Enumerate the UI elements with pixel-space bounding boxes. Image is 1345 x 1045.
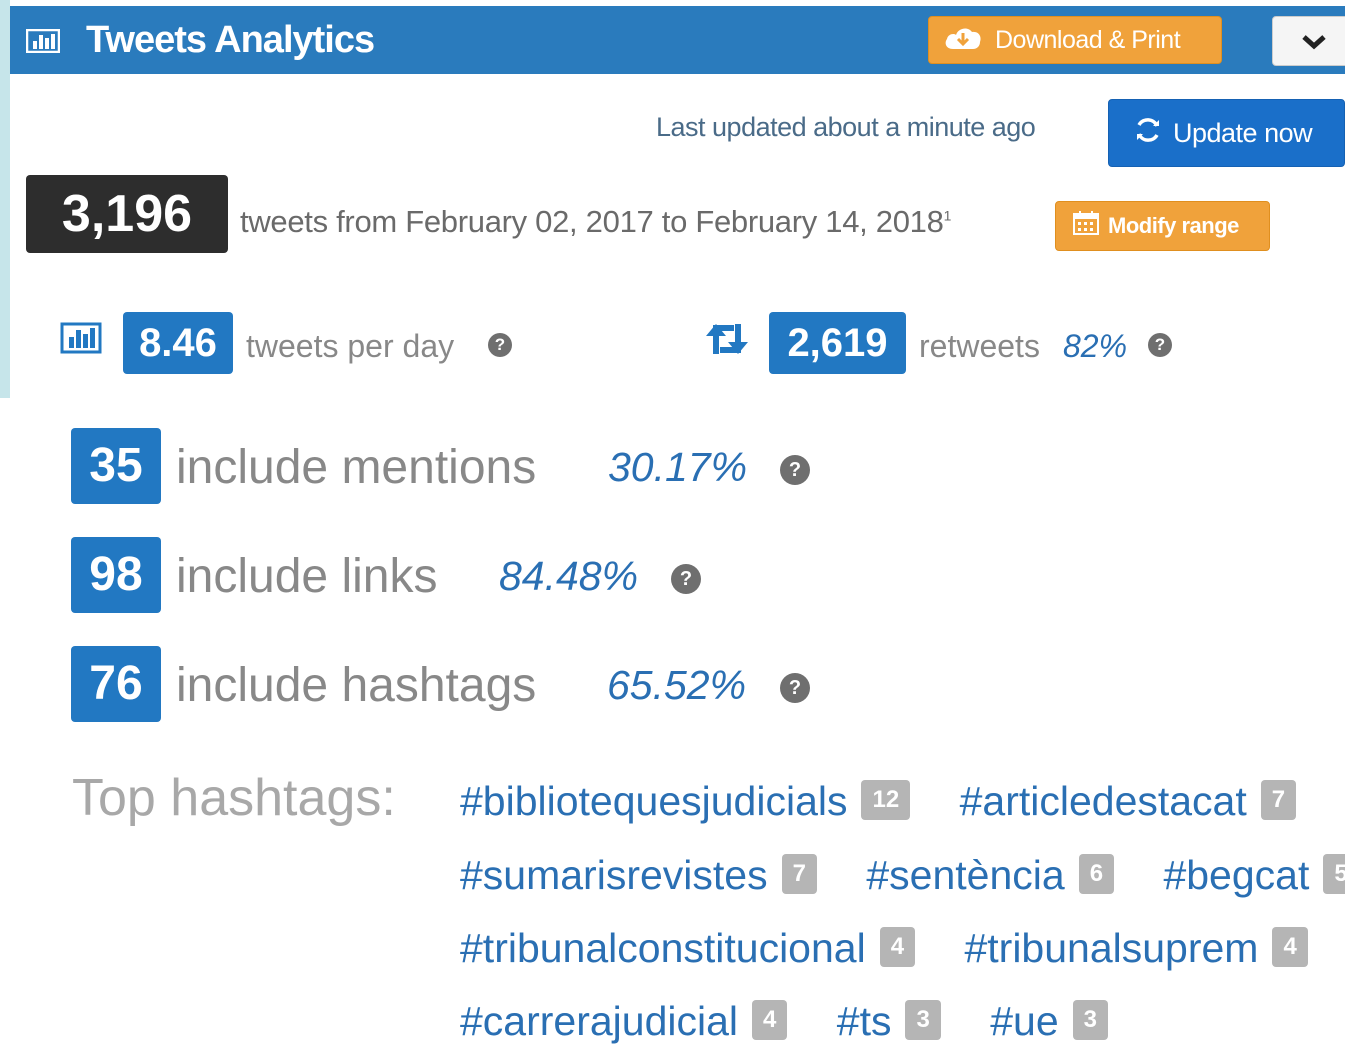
links-label: include links bbox=[176, 550, 438, 603]
tweets-per-day-label: tweets per day bbox=[246, 328, 455, 364]
hashtags-badge: 76 bbox=[71, 646, 161, 722]
options-dropdown-button[interactable] bbox=[1272, 16, 1345, 66]
hashtags-label: include hashtags bbox=[176, 659, 537, 712]
hashtag-link[interactable]: #articledestacat 7 bbox=[960, 778, 1297, 825]
hashtag-link[interactable]: #tribunalconstitucional 4 bbox=[460, 925, 916, 972]
hashtag-line: #sumarisrevistes 7 #sentència 6 #begcat 5 bbox=[460, 852, 1345, 899]
range-footnote: 1 bbox=[943, 207, 952, 224]
left-accent-strip bbox=[0, 0, 10, 398]
mentions-badge: 35 bbox=[71, 428, 161, 504]
hashtag-line: #tribunalconstitucional 4 #tribunalsuprem… bbox=[460, 925, 1345, 972]
hashtag-count: 7 bbox=[781, 854, 817, 895]
date-range-text: tweets from February 02, 2017 to Februar… bbox=[240, 204, 952, 239]
hashtag-count: 4 bbox=[879, 927, 916, 968]
header-bar: Tweets Analytics Download & Print bbox=[10, 6, 1345, 74]
links-badge: 98 bbox=[71, 537, 161, 613]
mentions-percent: 30.17% bbox=[608, 444, 748, 490]
update-now-button[interactable]: Update now bbox=[1108, 99, 1345, 167]
tweets-per-day-badge: 8.46 bbox=[123, 312, 233, 374]
refresh-icon bbox=[1133, 115, 1173, 152]
hashtag-count: 5 bbox=[1323, 854, 1345, 895]
app-title: Tweets Analytics bbox=[86, 19, 375, 61]
cloud-download-icon bbox=[943, 22, 995, 59]
top-hashtags-label: Top hashtags: bbox=[72, 769, 396, 827]
modify-range-button[interactable]: Modify range bbox=[1055, 201, 1270, 251]
help-icon[interactable]: ? bbox=[780, 455, 810, 485]
hashtag-link[interactable]: #sumarisrevistes 7 bbox=[460, 852, 817, 899]
retweets-label: retweets bbox=[919, 328, 1040, 364]
bar-chart-icon bbox=[25, 28, 61, 54]
update-now-label: Update now bbox=[1173, 117, 1313, 148]
mentions-label: include mentions bbox=[176, 441, 537, 494]
help-icon[interactable]: ? bbox=[671, 564, 701, 594]
hashtag-count: 4 bbox=[752, 1000, 788, 1041]
total-tweets-badge: 3,196 bbox=[26, 175, 228, 253]
last-updated-text: Last updated about a minute ago bbox=[656, 112, 1036, 142]
calendar-icon bbox=[1072, 210, 1108, 242]
hashtag-link[interactable]: #bibliotequesjudicials 12 bbox=[460, 778, 911, 825]
download-print-label: Download & Print bbox=[995, 25, 1181, 54]
hashtag-count: 12 bbox=[861, 780, 911, 821]
retweets-percent: 82% bbox=[1063, 328, 1128, 364]
links-percent: 84.48% bbox=[499, 553, 639, 599]
hashtag-count: 3 bbox=[1072, 1000, 1109, 1041]
modify-range-label: Modify range bbox=[1108, 213, 1239, 238]
hashtag-count: 6 bbox=[1078, 854, 1115, 895]
hashtag-count: 4 bbox=[1272, 927, 1308, 968]
hashtag-link[interactable]: #begcat 5 bbox=[1163, 852, 1345, 899]
hashtag-link[interactable]: #tribunalsuprem 4 bbox=[964, 925, 1308, 972]
bar-chart-icon bbox=[60, 322, 102, 359]
download-print-button[interactable]: Download & Print bbox=[928, 16, 1222, 64]
hashtag-count: 3 bbox=[905, 1000, 941, 1041]
hashtag-link[interactable]: #sentència 6 bbox=[866, 852, 1115, 899]
help-icon[interactable]: ? bbox=[488, 333, 512, 357]
hashtag-line: #carrerajudicial 4 #ts 3 #ue 3 bbox=[460, 998, 1146, 1045]
help-icon[interactable]: ? bbox=[780, 673, 810, 703]
help-icon[interactable]: ? bbox=[1148, 333, 1172, 357]
retweets-badge: 2,619 bbox=[769, 312, 906, 374]
hashtag-link[interactable]: #ue 3 bbox=[990, 998, 1109, 1045]
hashtags-percent: 65.52% bbox=[607, 662, 747, 708]
hashtag-link[interactable]: #ts 3 bbox=[837, 998, 941, 1045]
hashtag-line: #bibliotequesjudicials 12 #articledestaca… bbox=[460, 778, 1334, 825]
hashtag-link[interactable]: #carrerajudicial 4 bbox=[460, 998, 788, 1045]
hashtag-count: 7 bbox=[1260, 780, 1297, 821]
retweet-icon bbox=[704, 318, 750, 365]
